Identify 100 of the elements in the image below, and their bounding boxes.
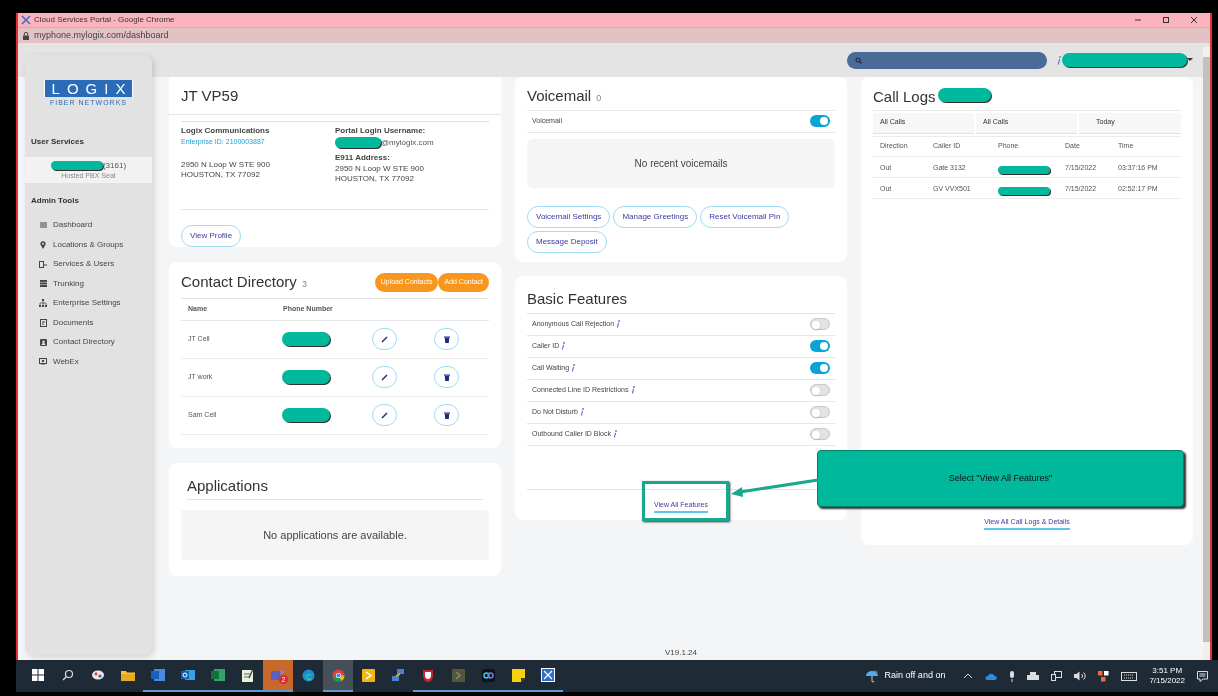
document-app-icon [151,669,165,681]
contact-card-icon [39,338,47,346]
volume-icon[interactable] [1074,671,1087,681]
terminal-icon [451,668,465,682]
url-text[interactable]: myphone.mylogix.com/dashboard [34,28,169,43]
palette-icon [91,669,105,681]
caret-icon[interactable] [1187,58,1193,62]
empty-message: No applications are available. [263,527,407,543]
sidebar-item[interactable]: Services & Users [25,254,152,274]
address-line: HOUSTON, TX 77092 [181,170,261,180]
redaction-mark [937,88,991,102]
field-label: E911 Address: [335,151,391,164]
document-icon [39,318,47,327]
close-icon[interactable] [1190,16,1198,24]
pin-icon [40,240,46,249]
lock-icon [23,31,29,40]
sticky-note-icon [511,668,525,682]
outline-button[interactable]: Manage Greetings [613,205,698,228]
info-icon[interactable] [613,430,617,438]
x-logo-icon [21,15,31,25]
server-icon [39,280,47,288]
callout-text: Select "View All Features" [948,471,1053,485]
cloud-icon[interactable] [985,672,998,680]
card-title: Applications [187,477,268,494]
redaction-mark [50,161,103,170]
toggle-switch[interactable] [810,362,830,374]
redaction-mark [282,370,330,384]
empty-message: No recent voicemails [634,156,728,171]
sidebar-item[interactable]: WebEx [25,352,152,372]
pencil-icon [381,335,388,343]
section-heading: User Services [31,135,85,148]
folder-icon [121,669,135,681]
keyboard-icon[interactable] [1121,671,1138,681]
maximize-icon[interactable] [1162,16,1170,24]
info-icon[interactable] [561,342,566,350]
trash-icon [443,335,450,343]
notepad-icon [242,668,254,682]
hierarchy-icon [39,299,47,308]
toggle-switch[interactable] [810,115,830,127]
network-computers-icon [391,668,405,682]
weather-text[interactable]: Rain off and on [884,669,946,683]
search-icon [62,669,74,681]
toggle-switch[interactable] [810,406,830,418]
sidebar-item[interactable]: Enterprise Settings [25,293,152,313]
logo-wordmark: LOGIX [43,80,134,97]
field-label: Portal Login Username: [335,124,427,137]
umbrella-icon[interactable] [864,669,879,683]
info-icon[interactable] [571,364,576,372]
info-icon[interactable] [579,408,584,416]
sidebar-item[interactable]: Trunking [25,274,152,294]
count-text: 0 [596,92,602,105]
info-icon[interactable] [1057,55,1061,65]
windows-logo-icon [32,669,44,681]
chat-app-icon [271,669,285,681]
card-title: Contact Directory [181,272,297,292]
toggle-switch[interactable] [810,318,830,330]
username-domain: @mylogix.com [381,136,434,149]
outline-button[interactable]: View Profile [181,224,242,247]
toggle-switch[interactable] [810,384,830,396]
sidebar-item[interactable]: Dashboard [25,215,152,235]
clock[interactable]: 3:51 PM 7/15/2022 [1149,666,1185,686]
outline-button[interactable]: Voicemail Settings [527,205,611,228]
boxes-icon[interactable] [1098,670,1110,682]
search-icon [855,56,862,64]
info-icon[interactable] [630,386,635,394]
chevron-tile-icon [361,668,375,682]
card-title: Voicemail [527,86,592,106]
spreadsheet-icon [211,669,225,681]
count-text: 3 [301,278,307,291]
trash-icon [443,411,450,419]
redaction-mark [282,332,330,346]
toggle-switch[interactable] [810,428,830,440]
browser-circle-icon [331,668,345,682]
info-icon[interactable] [616,320,621,328]
monitor-icon [39,358,47,366]
pencil-icon [381,411,388,419]
version-text: V19.1.24 [665,647,697,659]
sidebar-item[interactable]: Documents [25,313,152,333]
sidebar-item[interactable]: Locations & Groups [25,235,152,255]
search-field[interactable] [847,51,1047,69]
extension-text: (3161) [102,159,127,172]
card-title: Basic Features [527,289,628,309]
x-logo-icon [541,668,555,682]
section-heading: Admin Tools [31,194,80,207]
sidebar-item[interactable]: Contact Directory [25,332,152,352]
microphone-icon[interactable] [1009,670,1016,682]
notification-icon[interactable] [1197,670,1208,682]
chevron-up-icon[interactable] [963,673,974,679]
redaction-mark [282,408,330,422]
shield-icon [422,668,434,682]
clock-time: 3:51 PM [1152,666,1183,676]
window-title: Cloud Services Portal - Google Chrome [34,14,176,26]
mail-app-icon [181,669,195,681]
outline-button[interactable]: Reset Voicemail Pin [700,205,790,228]
toggle-switch[interactable] [810,340,830,352]
network-icon[interactable] [1051,671,1063,681]
browser-wave-icon [301,668,315,682]
outline-button[interactable]: Message Deposit [527,230,607,253]
swirl-app-icon [481,668,495,682]
printer-icon[interactable] [1027,671,1040,681]
